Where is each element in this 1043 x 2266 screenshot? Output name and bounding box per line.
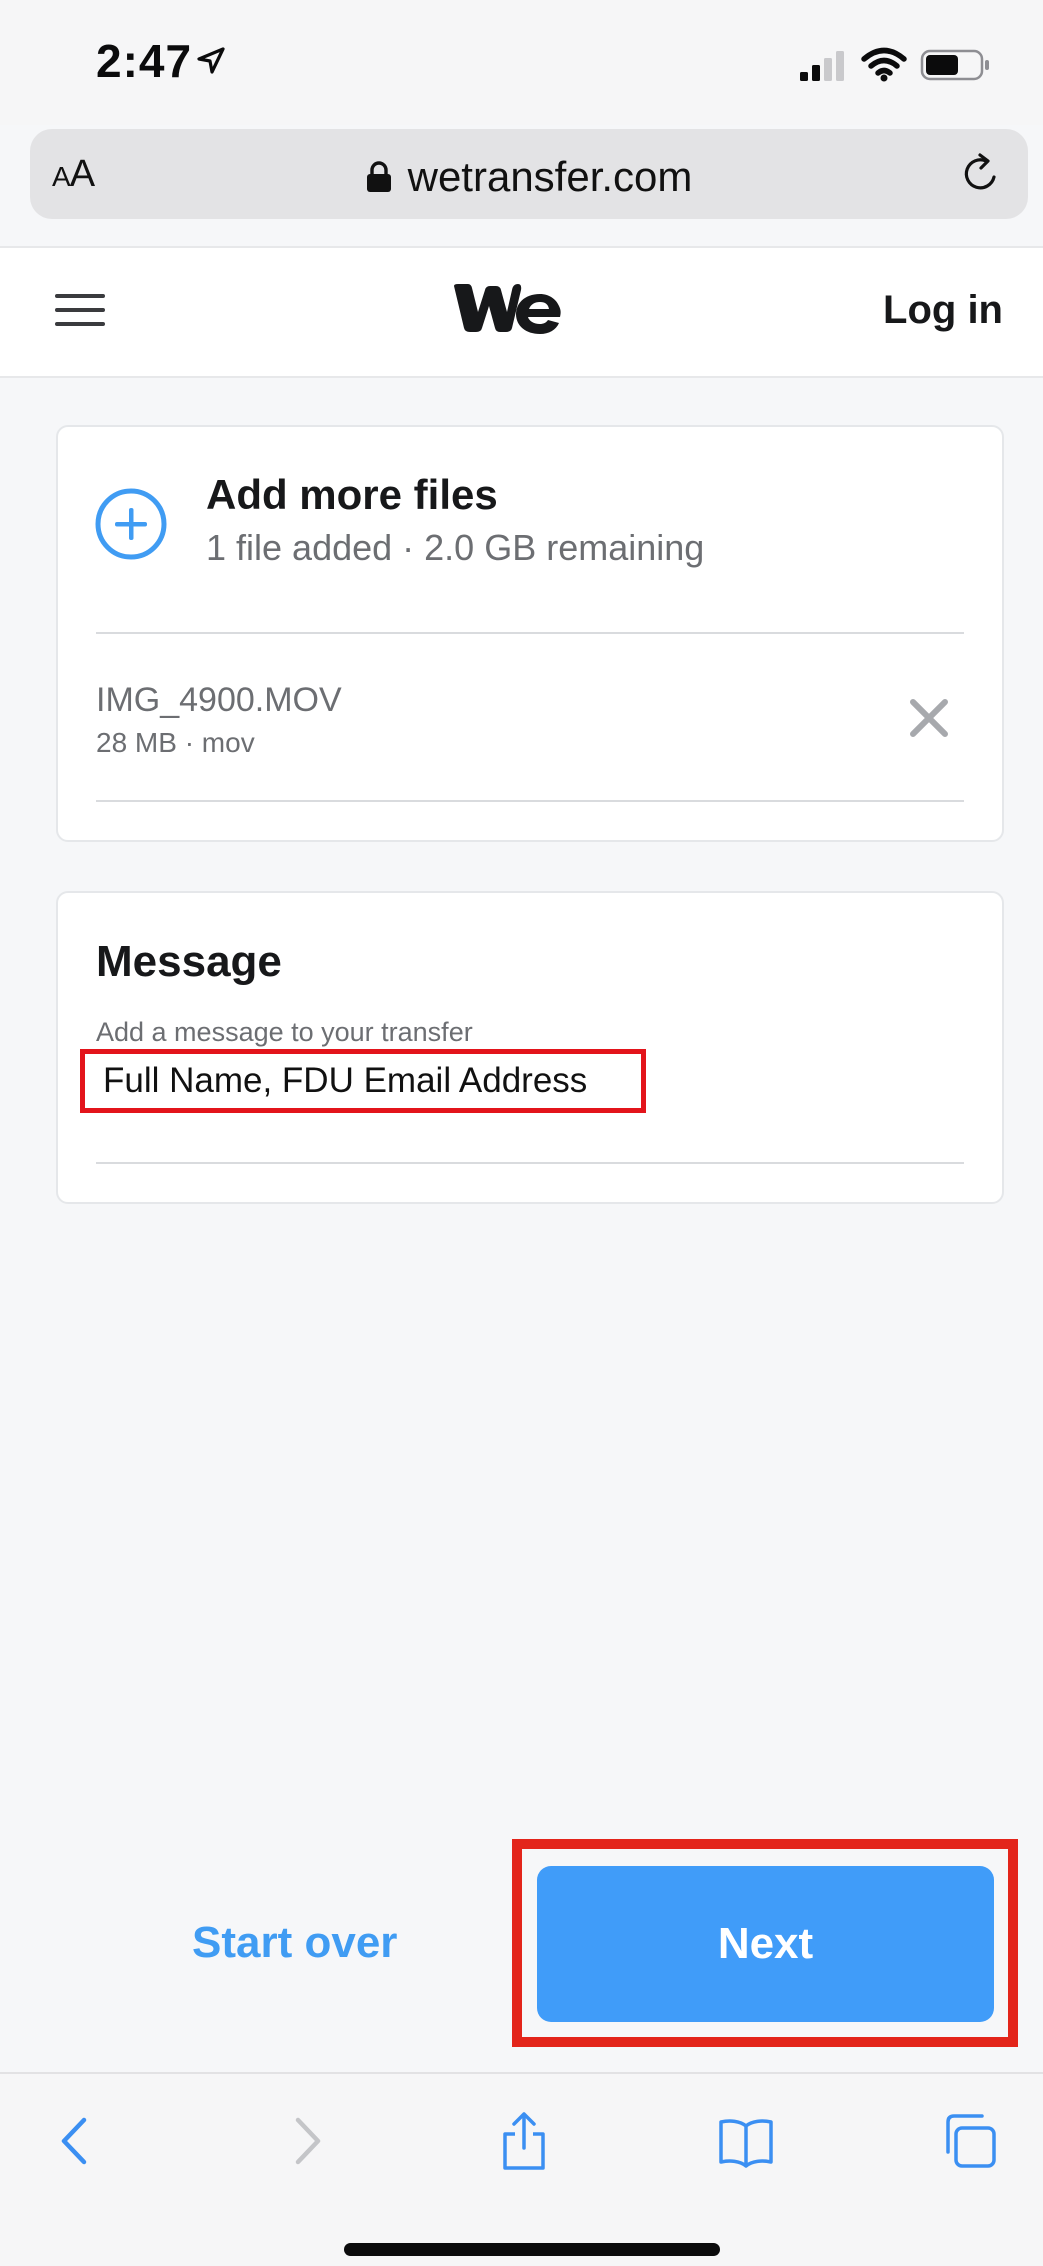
url-text: wetransfer.com [407, 153, 693, 200]
wetransfer-logo-icon[interactable] [452, 280, 562, 336]
divider [96, 1162, 964, 1164]
chevron-right-icon[interactable] [278, 2110, 334, 2172]
home-indicator [344, 2243, 720, 2256]
message-title: Message [96, 937, 282, 986]
add-files-title[interactable]: Add more files [206, 471, 498, 519]
chevron-left-icon[interactable] [48, 2110, 104, 2172]
location-arrow-icon [197, 47, 225, 74]
phone-screen: 2:47 AA wetransfer.com Log in Add more f… [0, 0, 1043, 2266]
start-over-button[interactable]: Start over [192, 1918, 397, 1968]
status-bar: 2:47 [0, 0, 1043, 125]
book-icon[interactable] [718, 2110, 774, 2172]
status-time: 2:47 [96, 35, 193, 87]
files-summary: 1 file added · 2.0 GB remaining [206, 527, 705, 568]
address-bar[interactable]: AA wetransfer.com [30, 129, 1028, 219]
file-name: IMG_4900.MOV [96, 681, 342, 719]
message-label: Add a message to your transfer [96, 1017, 473, 1047]
close-icon[interactable] [908, 697, 950, 739]
plus-circle-icon[interactable] [94, 487, 168, 561]
tabs-icon[interactable] [942, 2110, 998, 2172]
message-card: Message Add a message to your transfer F… [56, 891, 1004, 1204]
message-input[interactable]: Full Name, FDU Email Address [80, 1049, 646, 1113]
site-header: Log in [0, 246, 1043, 378]
menu-icon[interactable] [55, 290, 105, 330]
share-icon[interactable] [496, 2110, 552, 2172]
battery-icon [920, 49, 989, 81]
wifi-icon [861, 47, 907, 82]
reload-icon[interactable] [958, 151, 1004, 197]
file-meta: 28 MB · mov [96, 727, 255, 758]
lock-icon [366, 161, 391, 192]
next-button[interactable]: Next [537, 1866, 994, 2022]
divider [96, 800, 964, 802]
divider [96, 632, 964, 634]
browser-toolbar [0, 2072, 1043, 2266]
login-link[interactable]: Log in [883, 288, 1003, 333]
cellular-signal-icon [800, 51, 844, 81]
files-card: Add more files 1 file added · 2.0 GB rem… [56, 425, 1004, 842]
url-display[interactable]: wetransfer.com [30, 153, 1028, 201]
